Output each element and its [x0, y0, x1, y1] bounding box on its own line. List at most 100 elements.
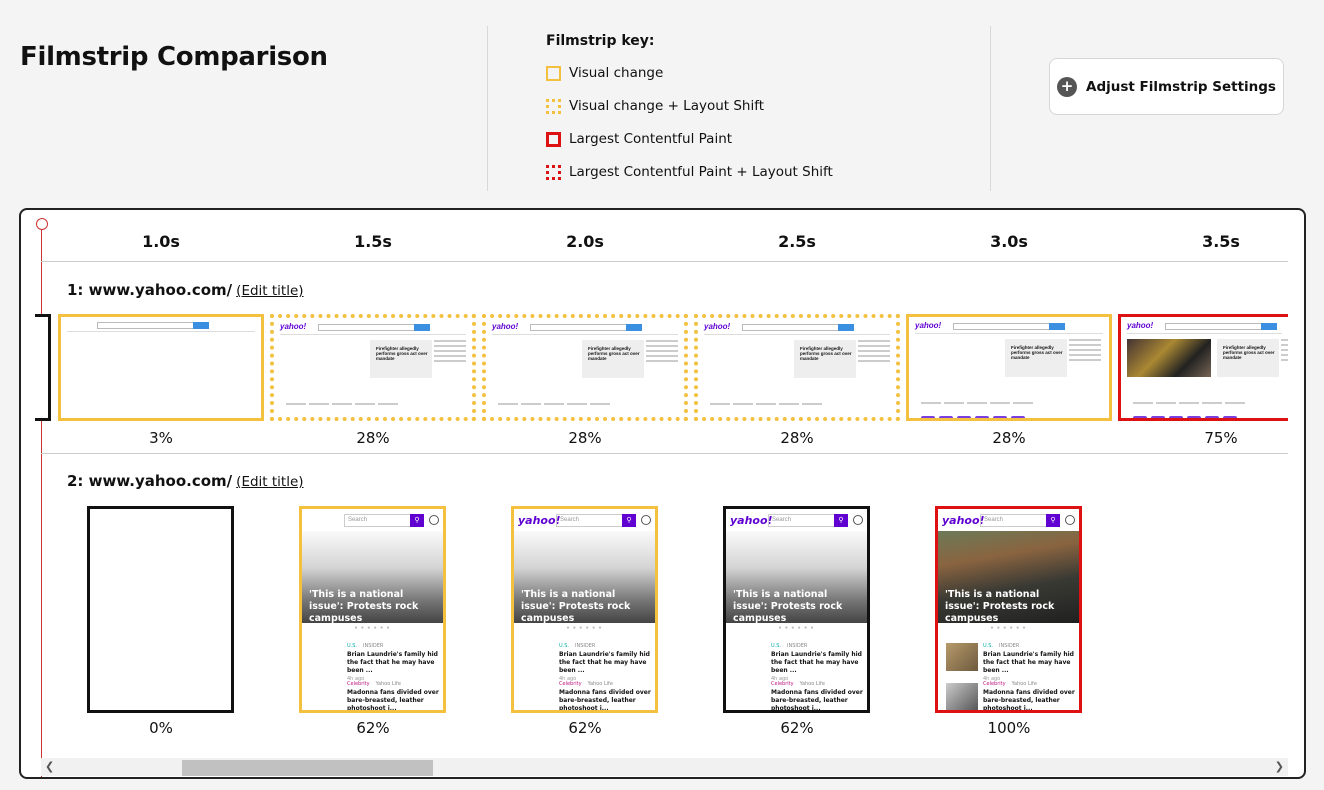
hero-image [1127, 339, 1211, 377]
visual-progress: 100% [987, 719, 1031, 737]
filmstrip-frame[interactable]: yahoo! Firefighter allegedly performs gr… [270, 314, 476, 421]
carousel-dots: ● ● ● ● ● ● [354, 625, 391, 631]
adjust-button-label: Adjust Filmstrip Settings [1086, 78, 1276, 95]
filmstrip-frame[interactable] [58, 314, 264, 421]
horizontal-scrollbar[interactable]: ❮ ❯ [41, 758, 1288, 776]
visual-progress: 62% [568, 719, 602, 737]
row-1-label: 1: www.yahoo.com/(Edit title) [67, 281, 304, 299]
visual-progress: 75% [1204, 429, 1238, 447]
visual-progress: 62% [780, 719, 814, 737]
key-title: Filmstrip key: [546, 33, 655, 49]
scrollbar-thumb[interactable] [182, 760, 433, 776]
visual-progress: 28% [992, 429, 1026, 447]
yahoo-logo: yahoo! [518, 514, 561, 527]
visual-progress: 28% [356, 429, 390, 447]
row-2-label: 2: www.yahoo.com/(Edit title) [67, 472, 304, 490]
account-icon [1065, 515, 1075, 525]
filmstrip-frame[interactable]: yahoo! Firefighter allegedly performs gr… [694, 314, 900, 421]
filmstrip-frame[interactable]: Search ⚲ 'This is a national issue': Pro… [299, 506, 446, 713]
filmstrip-frame[interactable] [87, 506, 234, 713]
filmstrip-frame[interactable]: yahoo! Firefighter allegedly performs gr… [1118, 314, 1288, 421]
yahoo-logo: yahoo! [492, 322, 519, 331]
key-item-label: Visual change + Layout Shift [569, 98, 765, 114]
search-icon: ⚲ [834, 514, 848, 527]
edit-title-link[interactable]: (Edit title) [236, 283, 303, 299]
search-input: Search [768, 514, 836, 527]
header-divider [990, 26, 991, 191]
account-icon [429, 515, 439, 525]
visual-change-layout-shift-swatch [546, 98, 561, 114]
article-thumbnail [946, 643, 978, 671]
time-tick: 3.0s [990, 232, 1028, 251]
yahoo-logo: yahoo! [280, 322, 307, 331]
search-icon: ⚲ [1046, 514, 1060, 527]
visual-progress: 28% [568, 429, 602, 447]
time-tick: 2.5s [778, 232, 816, 251]
yahoo-logo: yahoo! [704, 322, 731, 331]
key-item-lcp-layout-shift: Largest Contentful Paint + Layout Shift [546, 164, 833, 180]
hero-image: 'This is a national issue': Protests roc… [938, 531, 1079, 624]
filmstrip-frame[interactable]: yahoo! Firefighter allegedly performs gr… [482, 314, 688, 421]
time-tick: 3.5s [1202, 232, 1240, 251]
filmstrip-frame[interactable]: yahoo! Search ⚲ 'This is a national issu… [935, 506, 1082, 713]
yahoo-logo: yahoo! [1127, 321, 1154, 330]
visual-progress: 28% [780, 429, 814, 447]
hero-headline: Firefighter allegedly performs gross act… [1011, 345, 1063, 360]
filmstrip-key: Filmstrip key: Visual change Visual chan… [546, 33, 833, 197]
filmstrip-panel: 1.0s 1.5s 2.0s 2.5s 3.0s 3.5s 1: www.yah… [19, 208, 1306, 779]
key-item-label: Largest Contentful Paint [569, 131, 733, 147]
time-tick: 1.5s [354, 232, 392, 251]
hero-headline: Firefighter allegedly performs gross act… [588, 346, 640, 361]
header-divider [487, 26, 488, 191]
visual-progress: 0% [149, 719, 173, 737]
yahoo-logo: yahoo! [942, 514, 985, 527]
adjust-filmstrip-settings-button[interactable]: + Adjust Filmstrip Settings [1049, 58, 1284, 115]
scroll-left-icon[interactable]: ❮ [45, 760, 54, 773]
search-icon: ⚲ [410, 514, 424, 527]
playhead-handle[interactable] [36, 218, 48, 230]
carousel-dots: ● ● ● ● ● ● [778, 625, 815, 631]
search-input: Search [980, 514, 1048, 527]
search-input: Search [556, 514, 624, 527]
hero-title: 'This is a national issue': Protests roc… [945, 589, 1055, 624]
time-tick: 1.0s [142, 232, 180, 251]
filmstrip-frame[interactable]: yahoo! Firefighter allegedly performs gr… [906, 314, 1112, 421]
edit-title-link[interactable]: (Edit title) [236, 474, 303, 490]
yahoo-logo: yahoo! [915, 321, 942, 330]
search-icon: ⚲ [622, 514, 636, 527]
lcp-layout-shift-swatch [546, 164, 561, 180]
yahoo-logo: yahoo! [730, 514, 773, 527]
article-thumbnail [946, 683, 978, 710]
hero-title: 'This is a national issue': Protests roc… [521, 589, 631, 624]
visual-progress: 62% [356, 719, 390, 737]
account-icon [641, 515, 651, 525]
hero-headline: Firefighter allegedly performs gross act… [376, 346, 428, 361]
page-title: Filmstrip Comparison [20, 42, 328, 72]
hero-headline: Firefighter allegedly performs gross act… [800, 346, 852, 361]
search-input: Search [344, 514, 412, 527]
plus-icon: + [1057, 76, 1078, 97]
filmstrip-frame[interactable]: yahoo! Search ⚲ 'This is a national issu… [723, 506, 870, 713]
row-url: 1: www.yahoo.com/ [67, 281, 233, 299]
time-tick: 2.0s [566, 232, 604, 251]
account-icon [853, 515, 863, 525]
row-url: 2: www.yahoo.com/ [67, 472, 233, 490]
key-item-visual-change-layout-shift: Visual change + Layout Shift [546, 98, 833, 114]
key-item-label: Visual change [569, 65, 664, 81]
key-item-lcp: Largest Contentful Paint [546, 131, 833, 147]
partial-frame[interactable] [35, 314, 51, 421]
key-item-label: Largest Contentful Paint + Layout Shift [569, 164, 833, 180]
timeline-divider [41, 261, 1288, 262]
visual-progress: 3% [149, 429, 173, 447]
lcp-swatch [546, 131, 561, 147]
hero-headline: Firefighter allegedly performs gross act… [1223, 345, 1275, 360]
row-divider [41, 453, 1288, 454]
playhead-line[interactable] [41, 224, 42, 777]
carousel-dots: ● ● ● ● ● ● [566, 625, 603, 631]
scroll-right-icon[interactable]: ❯ [1275, 760, 1284, 773]
filmstrip-frame[interactable]: yahoo! Search ⚲ 'This is a national issu… [511, 506, 658, 713]
hero-title: 'This is a national issue': Protests roc… [309, 589, 419, 624]
key-item-visual-change: Visual change [546, 65, 833, 81]
carousel-dots: ● ● ● ● ● ● [990, 625, 1027, 631]
hero-title: 'This is a national issue': Protests roc… [733, 589, 843, 624]
